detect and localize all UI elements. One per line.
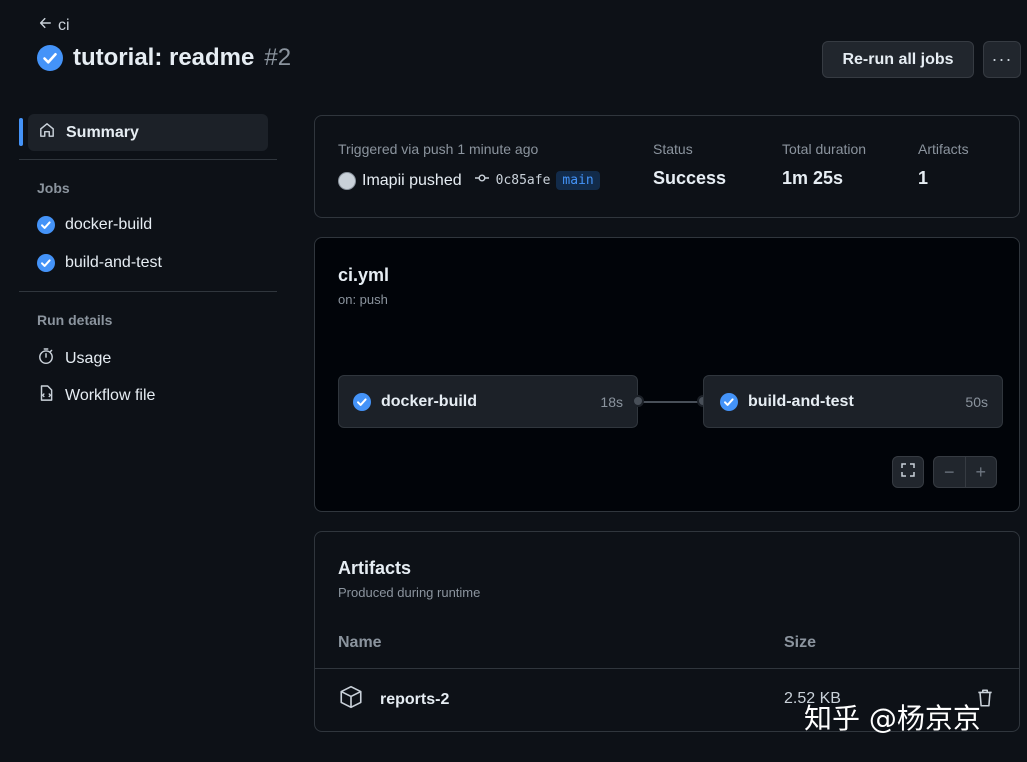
run-title: tutorial: readme	[73, 44, 255, 71]
col-header-size: Size	[784, 634, 817, 651]
check-circle-icon	[37, 216, 55, 234]
job-duration: 50s	[965, 393, 988, 410]
sidebar-item-label: build-and-test	[65, 254, 162, 271]
back-link[interactable]: ci	[38, 16, 70, 35]
artifacts-subtitle: Produced during runtime	[338, 585, 481, 600]
job-node-docker-build[interactable]: docker-build 18s	[338, 375, 638, 428]
fullscreen-button[interactable]	[892, 456, 924, 488]
job-duration: 18s	[600, 393, 623, 410]
watermark: 知乎 @杨京京	[804, 702, 981, 735]
avatar[interactable]	[338, 171, 356, 190]
sidebar-item-workflow-file[interactable]: Workflow file	[37, 384, 155, 407]
table-row: reports-2	[338, 684, 449, 715]
branch-badge[interactable]: main	[556, 171, 600, 190]
artifacts-count-label: Artifacts	[918, 141, 969, 157]
sidebar-item-label: Summary	[66, 123, 139, 141]
check-circle-icon	[37, 45, 63, 71]
sidebar-item-docker-build[interactable]: docker-build	[37, 216, 152, 234]
sidebar-divider	[19, 159, 277, 160]
kebab-horizontal-icon: ···	[991, 49, 1013, 69]
package-icon	[338, 684, 364, 715]
home-icon	[38, 121, 56, 144]
back-link-label: ci	[58, 16, 70, 34]
actor-text: Imapii pushed	[362, 171, 462, 189]
fullscreen-icon	[900, 462, 916, 483]
check-circle-icon	[37, 254, 55, 272]
job-node-build-and-test[interactable]: build-and-test 50s	[703, 375, 1003, 428]
col-header-name: Name	[338, 634, 382, 651]
sidebar-item-summary[interactable]: Summary	[28, 114, 268, 151]
jobs-heading: Jobs	[37, 180, 70, 196]
more-options-button[interactable]: ···	[983, 41, 1021, 78]
duration-value: 1m 25s	[782, 168, 844, 188]
artifacts-count-value: 1	[918, 168, 929, 188]
file-code-icon	[37, 384, 55, 407]
sidebar-item-label: Workflow file	[65, 386, 156, 404]
job-connector	[638, 401, 703, 403]
arrow-left-icon	[38, 16, 52, 35]
job-name: build-and-test	[748, 392, 854, 410]
job-name: docker-build	[381, 392, 478, 410]
artifact-name-link[interactable]: reports-2	[380, 691, 449, 709]
run-number: #2	[264, 44, 292, 71]
sidebar-item-label: Usage	[65, 349, 112, 367]
table-divider	[315, 668, 1019, 669]
duration-label: Total duration	[782, 141, 867, 157]
status-label: Status	[653, 141, 693, 157]
page-title: tutorial: readme #2	[37, 44, 291, 72]
commit-sha-link[interactable]: 0c85afe	[496, 173, 551, 188]
sidebar-item-build-and-test[interactable]: build-and-test	[37, 254, 162, 272]
check-circle-icon	[353, 392, 371, 411]
git-commit-icon	[474, 170, 490, 191]
status-value: Success	[653, 168, 727, 188]
artifacts-title: Artifacts	[338, 558, 412, 578]
sidebar-item-usage[interactable]: Usage	[37, 347, 111, 370]
workflow-file-name[interactable]: ci.yml	[338, 265, 389, 286]
stopwatch-icon	[37, 347, 55, 370]
run-details-heading: Run details	[37, 312, 113, 328]
check-circle-icon	[720, 392, 738, 411]
active-indicator	[19, 118, 23, 146]
sidebar-item-label: docker-build	[65, 216, 153, 233]
run-info-card	[314, 115, 1020, 218]
triggered-text: Triggered via push 1 minute ago	[338, 141, 539, 157]
zoom-out-button[interactable]: −	[934, 457, 966, 487]
rerun-all-jobs-button[interactable]: Re-run all jobs	[822, 41, 974, 78]
workflow-trigger: on: push	[338, 292, 388, 307]
zoom-controls: − +	[933, 456, 997, 488]
sidebar-divider	[19, 291, 277, 292]
zoom-in-button[interactable]: +	[966, 457, 997, 487]
commit-row: Imapii pushed 0c85afe main	[338, 170, 600, 191]
connector-dot	[632, 395, 644, 407]
